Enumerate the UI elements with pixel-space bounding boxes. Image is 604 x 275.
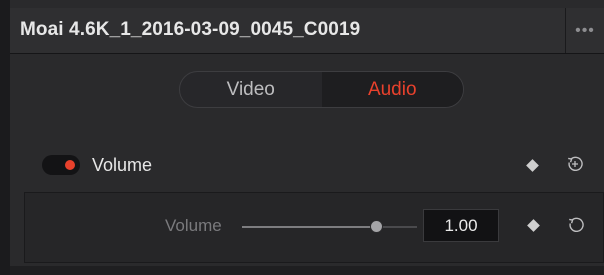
video-audio-tabs: Video Audio: [179, 71, 464, 108]
keyframe-diamond-icon[interactable]: [526, 159, 539, 172]
tab-video[interactable]: Video: [180, 72, 322, 107]
inspector-panel: Moai 4.6K_1_2016-03-09_0045_C0019 ••• Vi…: [0, 0, 604, 275]
inspector-header: Moai 4.6K_1_2016-03-09_0045_C0019 •••: [10, 8, 604, 54]
volume-section-label: Volume: [92, 155, 153, 175]
more-options-button[interactable]: •••: [566, 8, 604, 53]
clip-name-title: Moai 4.6K_1_2016-03-09_0045_C0019: [20, 19, 361, 40]
toggle-indicator: [65, 160, 75, 170]
volume-parameter-row: Volume 1.00: [24, 192, 604, 263]
volume-param-label: Volume: [165, 216, 222, 235]
volume-slider-thumb[interactable]: [370, 220, 384, 233]
more-options-icon: •••: [575, 21, 595, 39]
panel-bottom-edge: [10, 266, 604, 275]
tab-audio[interactable]: Audio: [321, 72, 463, 107]
keyframe-diamond-icon[interactable]: [527, 219, 540, 232]
volume-slider-track[interactable]: [242, 226, 417, 228]
reset-icon[interactable]: [567, 216, 585, 234]
volume-section-header: Volume: [10, 143, 604, 187]
reset-icon[interactable]: [566, 155, 584, 173]
volume-value-field[interactable]: 1.00: [423, 209, 499, 242]
volume-slider-fill: [242, 226, 377, 228]
volume-enable-toggle[interactable]: [42, 155, 80, 175]
